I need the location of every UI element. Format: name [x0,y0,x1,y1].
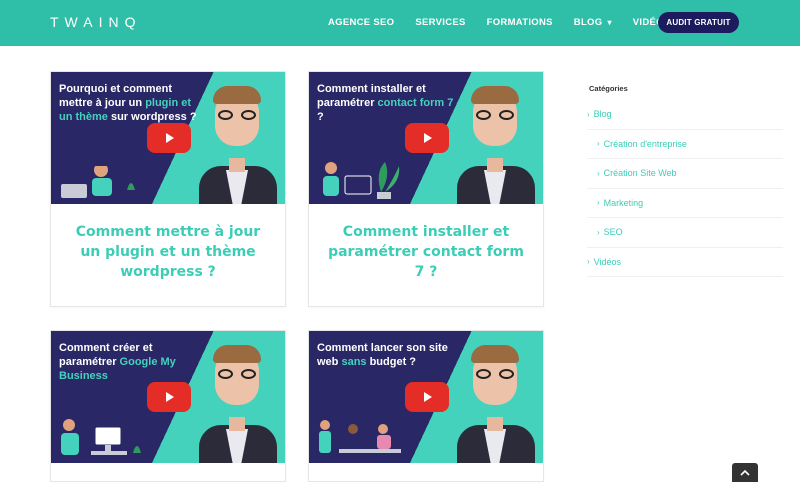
thumb-title: Comment créer et paramétrer Google My Bu… [59,342,176,382]
nav-label: AGENCE SEO [328,17,395,28]
illustration-person-computer [61,419,141,455]
nav-item-agence-seo[interactable]: AGENCE SEO [328,17,394,28]
chevron-right-icon: › [587,109,590,119]
presenter-photo [451,345,537,463]
back-to-top-button[interactable] [732,463,758,482]
chevron-right-icon: › [597,198,600,208]
youtube-play-button[interactable] [147,123,191,153]
nav-label: FORMATIONS [486,17,553,28]
nav-item-formations[interactable]: FORMATIONS [487,17,553,28]
presenter-photo [193,345,279,463]
chevron-right-icon: › [597,168,600,178]
category-label: Blog [593,109,612,120]
post-card[interactable]: Comment créer et paramétrer Google My Bu… [50,330,286,482]
chevron-right-icon: › [597,139,600,149]
post-thumbnail[interactable]: Comment lancer son site web sans budget … [309,331,543,463]
category-label: Vidéos [593,256,622,267]
category-label: Création Site Web [603,168,677,179]
category-item-videos[interactable]: › Vidéos [587,248,783,277]
sidebar-title: Catégories [589,84,628,93]
nav-label: SERVICES [415,17,466,28]
post-title[interactable]: Comment installer et paramétrer contact … [309,204,543,282]
nav-label: BLOG [573,17,603,28]
category-item-creation-entreprise[interactable]: › Création d'entreprise [587,130,783,159]
play-icon [166,392,174,402]
chevron-right-icon: › [587,257,590,267]
thumb-title: Comment installer et paramétrer contact … [317,83,454,123]
category-label: Marketing [603,197,644,208]
presenter-photo [193,86,279,204]
post-card[interactable]: Comment installer et paramétrer contact … [308,71,544,307]
thumb-title: Comment lancer son site web sans budget … [317,342,448,368]
play-icon [166,133,174,143]
post-title[interactable]: Comment mettre à jour un plugin et un th… [51,204,285,282]
audit-gratuit-button[interactable]: AUDIT GRATUIT [658,12,739,33]
category-list: › Blog › Création d'entreprise › Création S… [587,100,783,277]
chevron-down-icon: ▾ [607,18,612,27]
post-card[interactable]: Pourquoi et comment mettre à jour un plu… [50,71,286,307]
youtube-play-button[interactable] [405,123,449,153]
post-thumbnail[interactable]: Pourquoi et comment mettre à jour un plu… [51,72,285,204]
thumb-title: Pourquoi et comment mettre à jour un plu… [59,83,197,123]
category-item-marketing[interactable]: › Marketing [587,189,783,218]
category-label: Création d'entreprise [603,138,687,149]
category-item-blog[interactable]: › Blog [587,100,783,130]
chevron-right-icon: › [597,227,600,237]
post-thumbnail[interactable]: Comment installer et paramétrer contact … [309,72,543,204]
site-logo[interactable]: TWAINQ [50,14,141,30]
play-icon [424,392,432,402]
post-thumbnail[interactable]: Comment créer et paramétrer Google My Bu… [51,331,285,463]
nav-item-blog[interactable]: BLOG ▾ [574,17,612,28]
youtube-play-button[interactable] [147,382,191,412]
illustration-person-laptop [61,161,137,198]
main-nav: AGENCE SEO SERVICES FORMATIONS BLOG ▾ VID… [328,17,691,28]
presenter-photo [451,86,537,204]
site-header: TWAINQ AGENCE SEO SERVICES FORMATIONS BL… [0,0,800,46]
category-label: SEO [603,227,623,238]
nav-item-services[interactable]: SERVICES [415,17,465,28]
post-card[interactable]: Comment lancer son site web sans budget … [308,330,544,482]
chevron-up-icon [740,469,750,476]
play-icon [424,133,432,143]
category-item-creation-site-web[interactable]: › Création Site Web [587,159,783,189]
illustration-person-plant [323,162,400,199]
category-item-seo[interactable]: › SEO [587,218,783,248]
illustration-team-meeting [319,420,401,453]
youtube-play-button[interactable] [405,382,449,412]
